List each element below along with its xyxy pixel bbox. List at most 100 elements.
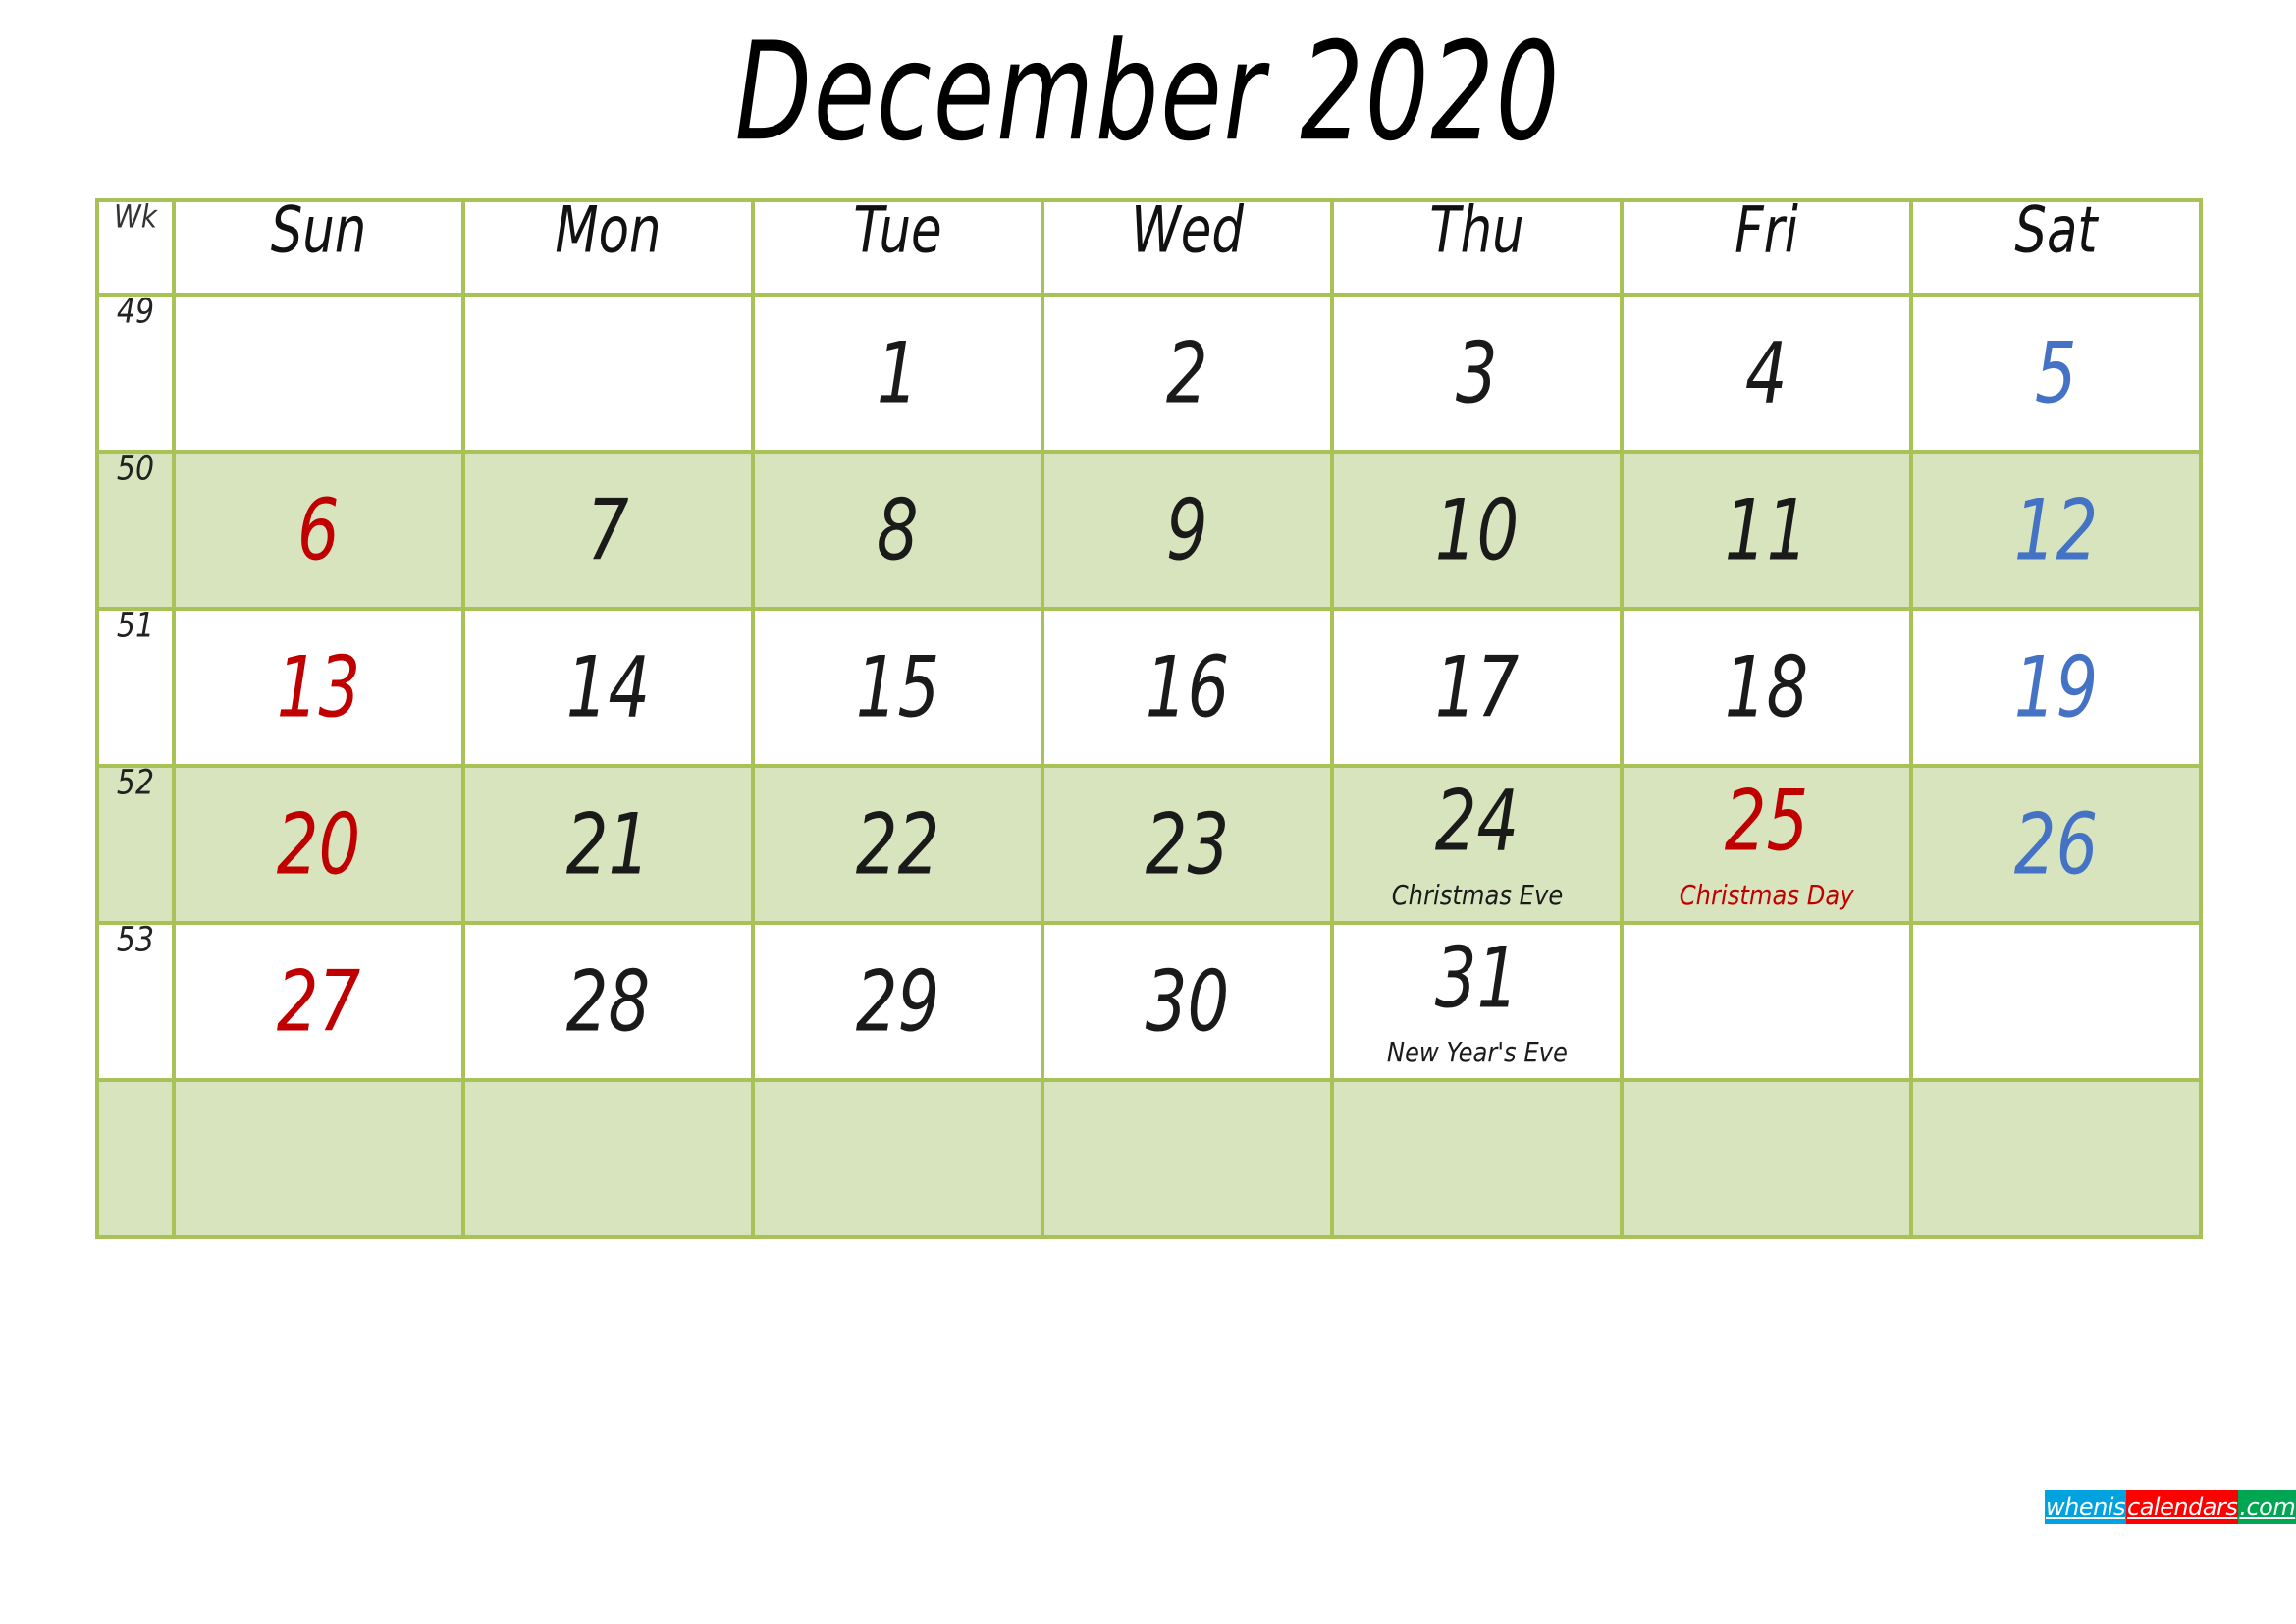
day-number: 25 [1724,771,1809,871]
day-cell[interactable]: 17 [1330,607,1624,768]
day-cell-content: 6 [176,454,461,607]
day-cell[interactable]: 1 [751,293,1044,454]
holiday-label: New Year's Eve [1386,1036,1568,1068]
day-cell[interactable]: 30 [1041,921,1334,1082]
calendar-week-row: 51 13 14 15 16 17 18 19 [95,607,2203,768]
day-cell-content: 3 [1334,297,1620,450]
day-cell[interactable]: 14 [461,607,755,768]
day-cell[interactable]: 8 [751,450,1044,611]
day-cell-content: 13 [176,611,461,764]
day-cell-empty [461,293,755,454]
day-cell[interactable]: 16 [1041,607,1334,768]
day-cell-empty [461,1078,755,1239]
day-cell[interactable]: 22 [751,764,1044,925]
header-sat: Sat [1909,196,2203,297]
day-cell[interactable]: 5 [1909,293,2203,454]
week-number: 53 [116,920,155,960]
day-cell[interactable]: 7 [461,450,755,611]
day-cell[interactable]: 4 [1620,293,1913,454]
calendar-table: Wk Sun Mon Tue Wed Thu Fri Sat 49 1 2 3 … [95,196,2203,1239]
day-number: 13 [276,637,361,737]
day-cell-content: 29 [755,925,1041,1078]
holiday-label: Christmas Day [1679,879,1854,911]
week-number-cell [95,1078,176,1239]
day-cell-content: 11 [1624,454,1909,607]
week-number-cell: 53 [95,920,176,1082]
day-cell-content: 9 [1044,454,1330,607]
header-sat-label: Sat [2014,192,2098,268]
site-logo[interactable]: whenis calendars .com [2045,1490,2296,1524]
day-number: 15 [855,637,940,737]
day-cell[interactable]: 27 [172,921,465,1082]
day-cell-empty [1330,1078,1624,1239]
day-cell[interactable]: 23 [1041,764,1334,925]
day-cell[interactable]: 18 [1620,607,1913,768]
day-cell[interactable]: 10 [1330,450,1624,611]
day-number: 1 [877,323,919,423]
day-cell-content [1044,1082,1330,1235]
day-number: 14 [565,637,651,737]
day-cell-content [465,1082,751,1235]
logo-part-calendars: calendars [2126,1490,2239,1524]
day-cell[interactable]: 9 [1041,450,1334,611]
calendar-week-row: 53 27 28 29 30 31 New Year's Eve [95,920,2203,1082]
day-number: 9 [1166,480,1208,580]
logo-part-com: .com [2238,1490,2296,1524]
day-cell-content: 10 [1334,454,1620,607]
day-cell[interactable]: 25 Christmas Day [1620,764,1913,925]
day-number: 17 [1434,637,1520,737]
day-cell[interactable]: 28 [461,921,755,1082]
header-mon-label: Mon [555,192,662,268]
header-thu: Thu [1330,196,1624,297]
day-cell-content: 12 [1913,454,2199,607]
day-cell[interactable]: 11 [1620,450,1913,611]
header-fri: Fri [1620,196,1913,297]
calendar-week-row: 49 1 2 3 4 5 [95,293,2203,454]
day-cell-content: 26 [1913,768,2199,921]
day-cell-content [1913,925,2199,1078]
day-cell-content: 19 [1913,611,2199,764]
day-cell[interactable]: 24 Christmas Eve [1330,764,1624,925]
day-cell[interactable]: 13 [172,607,465,768]
day-cell-content: 24 Christmas Eve [1334,768,1620,921]
day-cell-content: 8 [755,454,1041,607]
day-cell-content [1913,1082,2199,1235]
day-cell-content [465,297,751,450]
day-cell[interactable]: 12 [1909,450,2203,611]
day-cell[interactable]: 26 [1909,764,2203,925]
day-cell[interactable]: 3 [1330,293,1624,454]
day-cell-content: 2 [1044,297,1330,450]
day-number: 12 [2013,480,2099,580]
day-cell-empty [1909,921,2203,1082]
day-cell[interactable]: 15 [751,607,1044,768]
header-wed: Wed [1041,196,1334,297]
day-cell[interactable]: 20 [172,764,465,925]
calendar-week-row [95,1078,2203,1239]
day-cell[interactable]: 19 [1909,607,2203,768]
day-number: 24 [1434,771,1520,871]
day-cell-content [176,297,461,450]
calendar-week-row: 52 20 21 22 23 24 Christmas Eve 25 Christmas Day… [95,764,2203,925]
day-number: 21 [565,794,651,894]
header-thu-label: Thu [1429,192,1524,268]
day-cell[interactable]: 21 [461,764,755,925]
day-number: 31 [1434,928,1520,1028]
day-number: 20 [276,794,361,894]
day-number: 10 [1434,480,1520,580]
calendar-page: December 2020 Wk Sun Mon Tue Wed Thu Fri… [0,0,2296,1624]
day-cell[interactable]: 29 [751,921,1044,1082]
calendar-header: Wk Sun Mon Tue Wed Thu Fri Sat [95,196,2203,297]
day-cell-content [1624,1082,1909,1235]
day-number: 4 [1745,323,1788,423]
day-cell[interactable]: 2 [1041,293,1334,454]
week-number-cell: 49 [95,293,176,454]
header-mon: Mon [461,196,755,297]
day-cell-empty [1620,921,1913,1082]
day-cell[interactable]: 31 New Year's Eve [1330,921,1624,1082]
day-cell[interactable]: 6 [172,450,465,611]
week-number-cell: 52 [95,764,176,925]
day-number: 11 [1724,480,1809,580]
day-cell-content: 4 [1624,297,1909,450]
day-cell-content: 7 [465,454,751,607]
day-number: 8 [877,480,919,580]
